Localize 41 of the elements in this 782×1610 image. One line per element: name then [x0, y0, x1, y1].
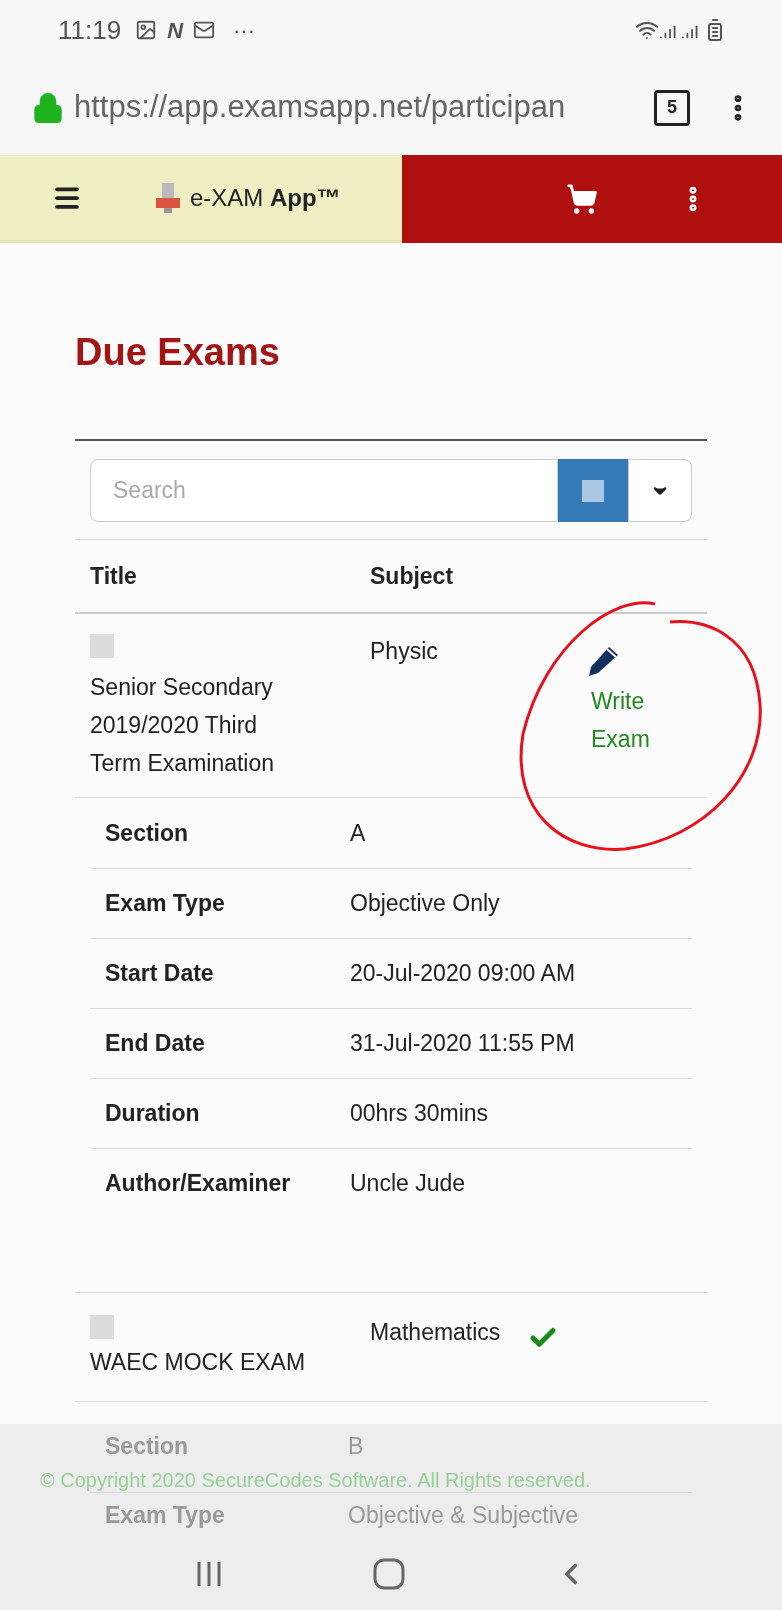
column-header: Subject — [370, 561, 454, 591]
exam-subject: Physic — [370, 637, 439, 666]
brand-name: e-XAM App™ — [190, 182, 341, 213]
more-notifications: ··· — [233, 16, 255, 45]
tab-count[interactable]: 5 — [654, 89, 690, 126]
exam-title: WAEC MOCK EXAM — [90, 1348, 307, 1377]
detail-value: Uncle Jude — [350, 1169, 466, 1199]
detail-label: End Date — [105, 1029, 206, 1059]
mail-icon — [193, 19, 216, 41]
page-title: Due Exams — [75, 330, 281, 375]
detail-label: Exam Type — [105, 1500, 226, 1530]
checkbox[interactable] — [90, 634, 114, 658]
detail-label: Author/Examiner — [105, 1169, 292, 1199]
exam-title: Senior Secondary 2019/2020 Third Term Examination — [90, 673, 276, 778]
detail-label: Start Date — [105, 959, 215, 989]
logo-icon — [154, 181, 182, 214]
detail-value: Objective & Subjective — [348, 1500, 579, 1530]
detail-label: Section — [105, 1431, 190, 1461]
copyright-text: © Copyright 2020 SecureCodes Software. All Rights reserved. — [39, 1468, 592, 1492]
detail-value: 20-Jul-2020 09:00 AM — [350, 959, 576, 989]
column-header: Title — [90, 561, 138, 591]
search-field[interactable]: Search — [90, 459, 558, 522]
detail-value: 31-Jul-2020 11:55 PM — [350, 1029, 575, 1059]
detail-label: Exam Type — [105, 889, 226, 919]
clock: 11:19 — [58, 13, 122, 47]
detail-value: A — [350, 818, 366, 848]
write-exam-link[interactable]: Write Exam — [585, 682, 675, 758]
detail-value: Objective Only — [350, 889, 500, 919]
exam-subject: Mathematics — [370, 1318, 501, 1347]
home-icon[interactable] — [373, 1557, 405, 1590]
notification-glyph: N — [167, 16, 184, 45]
image-icon — [135, 19, 158, 41]
cart-icon[interactable] — [566, 183, 598, 215]
detail-value: 00hrs 30mins — [350, 1099, 489, 1129]
detail-label: Section — [105, 818, 190, 848]
detail-label: Duration — [105, 1099, 201, 1129]
lock-icon — [32, 91, 64, 124]
checkbox[interactable] — [90, 1315, 114, 1339]
column-toggle-button[interactable] — [558, 459, 628, 522]
url-text[interactable]: https://app.examsapp.net/participan — [74, 84, 642, 131]
detail-value: B — [348, 1431, 364, 1461]
